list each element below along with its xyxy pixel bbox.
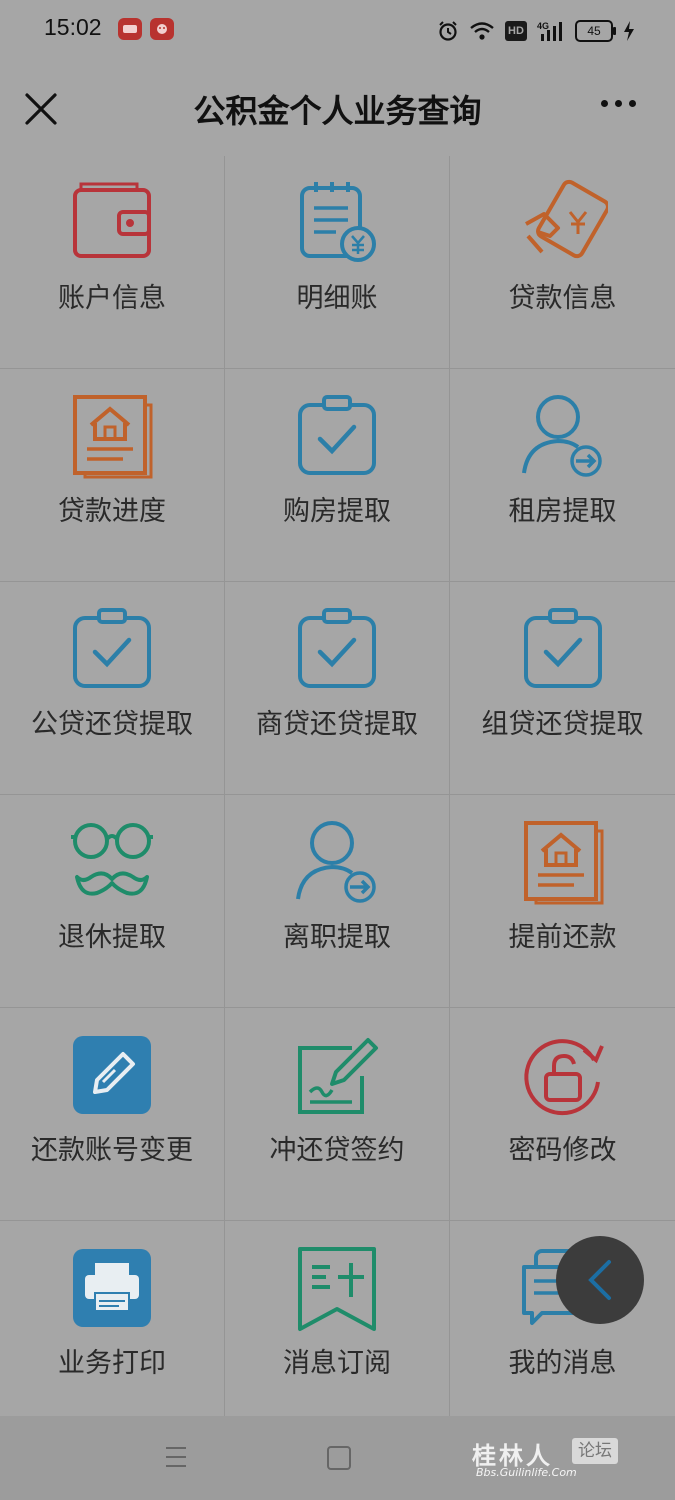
alarm-icon <box>439 21 457 41</box>
grid-item-loan-info[interactable]: 贷款信息 <box>450 156 675 369</box>
grid-item-repayment-account-change[interactable]: 还款账号变更 <box>0 1008 225 1221</box>
clipboard-check-icon <box>67 604 157 694</box>
grid-item-label: 还款账号变更 <box>31 1135 193 1166</box>
wifi-icon <box>470 22 494 40</box>
grid-item-label: 租房提取 <box>508 496 617 527</box>
svg-text:4G: 4G <box>537 21 549 31</box>
clipboard-check-icon <box>292 391 382 481</box>
grid-item-label: 贷款信息 <box>508 283 617 314</box>
hd-badge: HD <box>505 21 527 41</box>
edit-square-icon <box>67 1030 157 1120</box>
status-bar: 15:02 HD 4G 45 <box>0 0 675 62</box>
house-document-icon <box>67 391 157 481</box>
grid-item-label: 离职提取 <box>283 922 391 953</box>
app-header: 公积金个人业务查询 <box>0 62 675 156</box>
grid-item-label: 退休提取 <box>58 922 166 953</box>
watermark-tag: 论坛 <box>572 1438 618 1464</box>
floating-back-button[interactable] <box>556 1236 644 1324</box>
grid-item-house-purchase-withdrawal[interactable]: 购房提取 <box>225 369 450 582</box>
grid-item-label: 冲还贷签约 <box>269 1135 405 1166</box>
grid-item-public-loan-withdrawal[interactable]: 公贷还贷提取 <box>0 582 225 795</box>
grid-item-label: 我的消息 <box>508 1348 617 1379</box>
grid-item-label: 业务打印 <box>58 1348 166 1379</box>
more-menu-button[interactable] <box>601 100 641 114</box>
page-title: 公积金个人业务查询 <box>193 92 482 130</box>
house-document-icon <box>518 817 608 907</box>
status-icons: HD 4G 45 <box>437 16 635 46</box>
dot-icon <box>615 100 622 107</box>
clipboard-check-icon <box>518 604 608 694</box>
watermark: 桂林人 论坛 Bbs.Guilinlife.Com <box>472 1436 652 1488</box>
grid-item-label: 商贷还贷提取 <box>256 709 418 740</box>
grid-item-label: 组贷还贷提取 <box>481 709 644 740</box>
status-time: 15:02 <box>44 14 102 40</box>
grid-item-resignation-withdrawal[interactable]: 离职提取 <box>225 795 450 1008</box>
grid-item-retirement-withdrawal[interactable]: 退休提取 <box>0 795 225 1008</box>
dot-icon <box>601 100 608 107</box>
signal-icon: 4G <box>537 21 562 41</box>
grid-item-business-print[interactable]: 业务打印 <box>0 1221 225 1434</box>
grid-item-commercial-loan-withdrawal[interactable]: 商贷还贷提取 <box>225 582 450 795</box>
loan-card-icon <box>518 178 608 268</box>
user-arrow-icon <box>518 391 608 481</box>
glasses-mustache-icon <box>67 817 157 907</box>
subscribe-flag-icon <box>292 1243 382 1333</box>
grid-item-label: 贷款进度 <box>58 496 166 527</box>
grid-item-label: 公贷还贷提取 <box>31 709 193 740</box>
user-arrow-icon <box>292 817 382 907</box>
dot-icon <box>629 100 636 107</box>
grid-item-message-subscription[interactable]: 消息订阅 <box>225 1221 450 1434</box>
grid-item-password-change[interactable]: 密码修改 <box>450 1008 675 1221</box>
grid-item-offset-loan-contract[interactable]: 冲还贷签约 <box>225 1008 450 1221</box>
charging-icon <box>624 21 634 41</box>
grid-item-label: 消息订阅 <box>283 1348 391 1379</box>
clipboard-check-icon <box>292 604 382 694</box>
app-notification-icon <box>150 18 174 40</box>
system-nav-bar: 桂林人 论坛 Bbs.Guilinlife.Com <box>0 1416 675 1500</box>
grid-item-ledger[interactable]: 明细账 <box>225 156 450 369</box>
ledger-yuan-icon <box>292 178 382 268</box>
wallet-icon <box>67 178 157 268</box>
app-notification-icon <box>118 18 142 40</box>
service-grid: 账户信息 明细账 贷款信息 贷款进度 购房提取 租房提取 公贷还贷提取 商贷还贷… <box>0 156 675 1434</box>
unlock-refresh-icon <box>518 1030 608 1120</box>
grid-item-account-info[interactable]: 账户信息 <box>0 156 225 369</box>
grid-item-label: 账户信息 <box>58 283 166 314</box>
grid-item-combined-loan-withdrawal[interactable]: 组贷还贷提取 <box>450 582 675 795</box>
grid-item-label: 明细账 <box>296 283 378 314</box>
grid-item-label: 提前还款 <box>508 922 617 953</box>
sign-pen-icon <box>292 1030 382 1120</box>
printer-icon <box>67 1243 157 1333</box>
grid-item-rent-withdrawal[interactable]: 租房提取 <box>450 369 675 582</box>
grid-item-early-repayment[interactable]: 提前还款 <box>450 795 675 1008</box>
grid-item-label: 购房提取 <box>283 496 391 527</box>
grid-item-my-messages[interactable]: 我的消息 <box>450 1221 675 1434</box>
watermark-url: Bbs.Guilinlife.Com <box>476 1466 577 1479</box>
recent-apps-button[interactable] <box>164 1444 188 1470</box>
grid-item-loan-progress[interactable]: 贷款进度 <box>0 369 225 582</box>
grid-item-label: 密码修改 <box>508 1135 617 1166</box>
battery-indicator: 45 <box>575 20 616 42</box>
chevron-left-icon <box>588 1260 611 1300</box>
home-button[interactable] <box>327 1446 351 1470</box>
